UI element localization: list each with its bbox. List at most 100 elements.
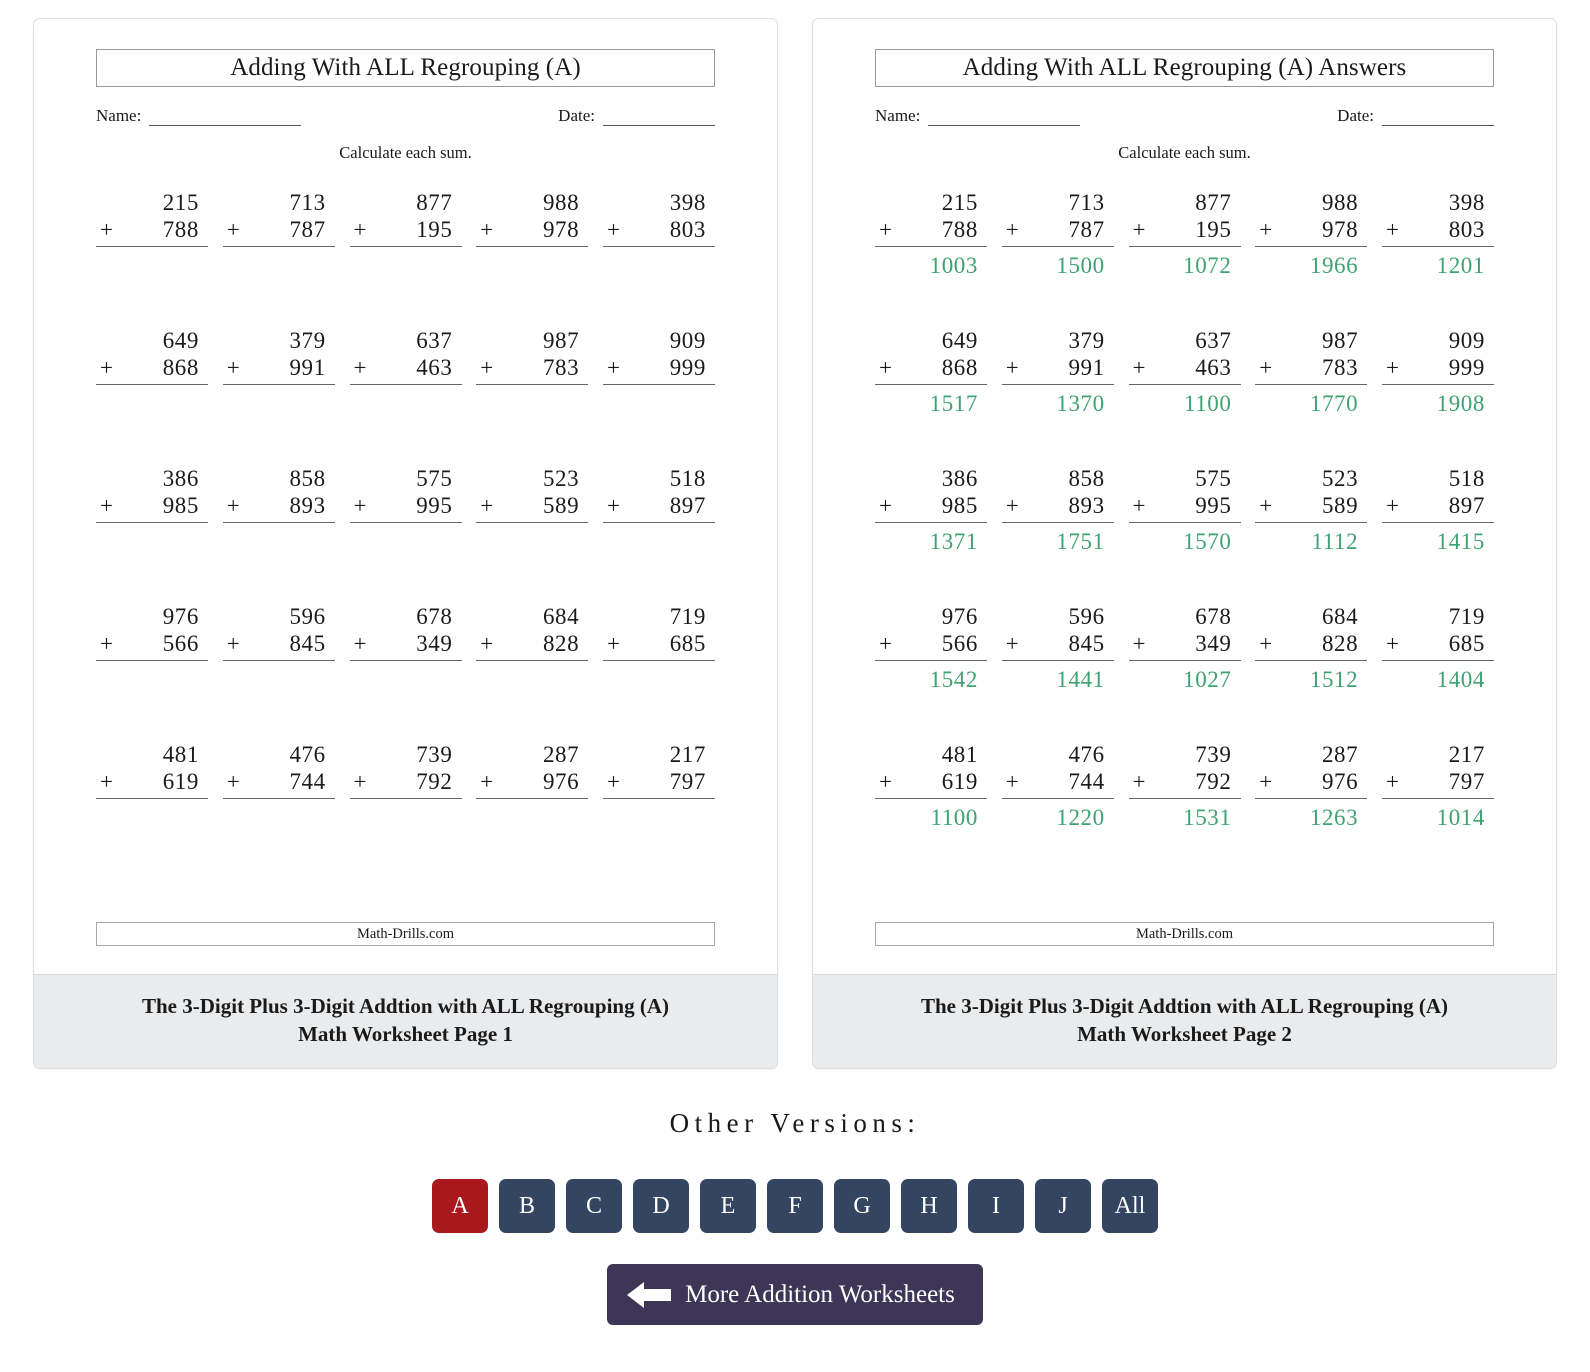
version-button-i[interactable]: I (968, 1179, 1024, 1233)
problem: 909 +999 1908 (1382, 327, 1494, 465)
problem-addend-1: 649 (941, 328, 978, 353)
problem-addend-2-row: +195 (349, 216, 462, 247)
problem-addend-2-row: +463 (1128, 354, 1241, 385)
problem-addend-2: 999 (669, 355, 706, 381)
problem-addend-2: 566 (162, 631, 199, 657)
date-input-rule[interactable] (1382, 109, 1494, 126)
name-input-rule[interactable] (149, 109, 302, 126)
problem-addend-2-row: +991 (222, 354, 335, 385)
version-button-j[interactable]: J (1035, 1179, 1091, 1233)
plus-operator-icon: + (100, 217, 114, 243)
date-input-rule[interactable] (603, 109, 715, 126)
problem-answer: 1542 (929, 666, 978, 692)
problem: 739 +792 1531 (1128, 741, 1241, 879)
plus-operator-icon: + (1005, 631, 1020, 657)
plus-operator-icon: + (353, 769, 368, 795)
problem-addend-1: 678 (1195, 604, 1232, 629)
problem-addend-1: 379 (1068, 328, 1105, 353)
problem: 379 +991 1370 (1001, 327, 1114, 465)
name-input-rule[interactable] (928, 109, 1081, 126)
problem-addend-2-row: +999 (1382, 354, 1494, 385)
problem-addend-1: 386 (162, 466, 199, 491)
problem-answer: 1531 (1183, 804, 1232, 830)
plus-operator-icon: + (1005, 769, 1020, 795)
problem-addend-2: 619 (162, 769, 199, 795)
version-button-b[interactable]: B (499, 1179, 555, 1233)
plus-operator-icon: + (879, 493, 893, 519)
worksheet-panel-1[interactable]: Adding With ALL Regrouping (A) Name: Date:… (33, 18, 778, 1069)
version-button-h[interactable]: H (901, 1179, 957, 1233)
worksheet-panel-2[interactable]: Adding With ALL Regrouping (A) Answers Na… (812, 18, 1557, 1069)
plus-operator-icon: + (353, 355, 368, 381)
problem-addend-1: 909 (1448, 328, 1485, 353)
problem-addend-2: 787 (1068, 217, 1105, 243)
problem: 987 +783 (476, 327, 589, 465)
worksheet-instruction: Calculate each sum. (1118, 143, 1251, 162)
problem-addend-1: 481 (941, 742, 978, 767)
problem-answer: 1072 (1183, 252, 1232, 278)
plus-operator-icon: + (607, 769, 621, 795)
version-button-all[interactable]: All (1102, 1179, 1158, 1233)
problem-addend-2: 868 (941, 355, 978, 381)
version-button-d[interactable]: D (633, 1179, 689, 1233)
plus-operator-icon: + (226, 217, 241, 243)
problem-addend-2: 744 (289, 769, 326, 795)
version-button-g[interactable]: G (834, 1179, 890, 1233)
worksheet-panels: Adding With ALL Regrouping (A) Name: Date:… (0, 18, 1590, 1069)
version-button-f[interactable]: F (767, 1179, 823, 1233)
version-button-e[interactable]: E (700, 1179, 756, 1233)
problem-addend-2-row: +868 (875, 354, 987, 385)
problem-row: 386 +985 858 +893 575 +995 523 +589 518 +897 (96, 465, 715, 603)
problem: 713 +787 1500 (1001, 189, 1114, 327)
problem-addend-2-row: +783 (1255, 354, 1368, 385)
problem-addend-2: 828 (542, 631, 580, 657)
version-button-a[interactable]: A (432, 1179, 488, 1233)
problem-addend-1: 217 (1448, 742, 1485, 767)
problem: 684 +828 (476, 603, 589, 741)
problem-addend-2-row: +349 (349, 630, 462, 661)
problem-addend-1: 398 (1448, 190, 1485, 215)
plus-operator-icon: + (879, 355, 893, 381)
problem-addend-2-row: +783 (476, 354, 589, 385)
problem-addend-2: 803 (1448, 217, 1485, 243)
more-addition-worksheets-button[interactable]: More Addition Worksheets (607, 1264, 983, 1325)
problem-answer: 1100 (930, 804, 978, 830)
problem-row: 481 +619 1100 476 +744 1220 739 +792 1531 287 +976… (875, 741, 1494, 879)
worksheet-instruction: Calculate each sum. (339, 143, 472, 162)
problem-addend-1: 877 (416, 190, 453, 215)
problem: 481 +619 1100 (875, 741, 987, 879)
problem-addend-2: 788 (941, 217, 978, 243)
problem-addend-2-row: +828 (476, 630, 589, 661)
plus-operator-icon: + (1132, 217, 1147, 243)
problem: 596 +845 (222, 603, 335, 741)
problem-addend-2: 788 (162, 217, 199, 243)
plus-operator-icon: + (1386, 769, 1400, 795)
problem-addend-1: 518 (1448, 466, 1485, 491)
problem-addend-2: 463 (1195, 355, 1232, 381)
version-button-c[interactable]: C (566, 1179, 622, 1233)
problem: 386 +985 (96, 465, 208, 603)
problem-addend-2: 803 (669, 217, 706, 243)
problem-row: 976 +566 1542 596 +845 1441 678 +349 1027 684 +828… (875, 603, 1494, 741)
plus-operator-icon: + (353, 493, 368, 519)
problem-addend-1: 877 (1195, 190, 1232, 215)
problem-addend-2-row: +787 (222, 216, 335, 247)
problem-addend-2-row: +828 (1255, 630, 1368, 661)
problem-grid: 215 +788 1003 713 +787 1500 877 +195 1072 988 +978… (875, 189, 1494, 879)
problem-answer: 1500 (1056, 252, 1105, 278)
plus-operator-icon: + (353, 631, 368, 657)
problem-addend-2: 995 (1195, 493, 1232, 519)
plus-operator-icon: + (480, 355, 494, 381)
plus-operator-icon: + (607, 631, 621, 657)
problem: 575 +995 1570 (1128, 465, 1241, 603)
worksheet-sheet: Adding With ALL Regrouping (A) Answers Na… (813, 19, 1556, 974)
problem-addend-2-row: +744 (1001, 768, 1114, 799)
problem-answer: 1112 (1311, 528, 1359, 554)
worksheet-brand-footer: Math-Drills.com (96, 922, 715, 946)
problem: 476 +744 (222, 741, 335, 879)
problem-addend-1: 637 (1195, 328, 1232, 353)
problem: 858 +893 1751 (1001, 465, 1114, 603)
plus-operator-icon: + (480, 493, 494, 519)
problem-addend-1: 476 (289, 742, 326, 767)
plus-operator-icon: + (226, 631, 241, 657)
